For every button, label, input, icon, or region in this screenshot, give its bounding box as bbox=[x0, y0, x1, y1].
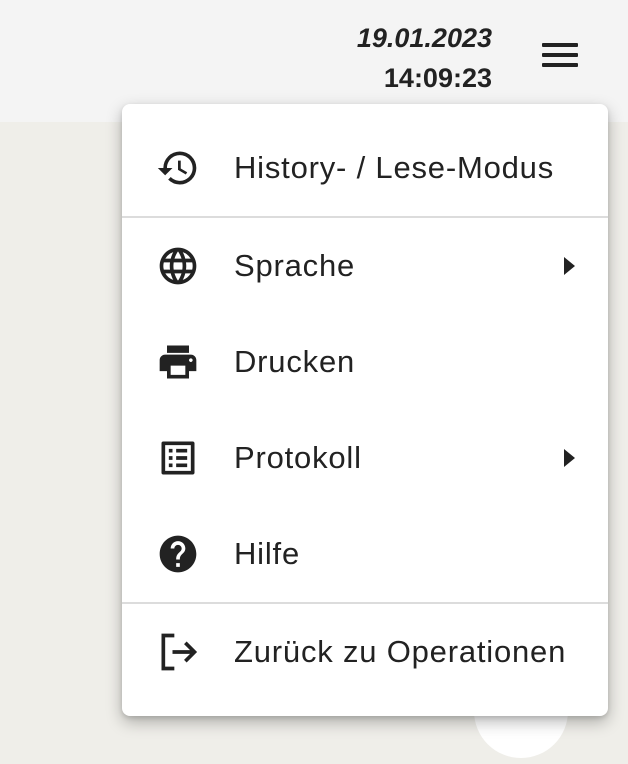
date-time-display: 19.01.2023 14:09:23 bbox=[357, 18, 492, 98]
print-icon bbox=[159, 345, 197, 379]
dropdown-menu: History- / Lese-Modus Sprache Drucken Pr… bbox=[122, 104, 608, 716]
menu-item-label: Sprache bbox=[234, 248, 356, 283]
history-icon bbox=[157, 151, 197, 185]
menu-item-print[interactable]: Drucken bbox=[122, 314, 608, 410]
list-document-icon bbox=[161, 441, 195, 475]
current-date: 19.01.2023 bbox=[356, 23, 492, 53]
submenu-arrow-icon bbox=[564, 449, 575, 467]
menu-item-protocol[interactable]: Protokoll bbox=[122, 410, 608, 506]
help-icon bbox=[159, 535, 197, 573]
submenu-arrow-icon bbox=[564, 257, 575, 275]
current-time: 14:09:23 bbox=[383, 63, 492, 93]
menu-item-back-to-operations[interactable]: Zurück zu Operationen bbox=[122, 604, 608, 700]
menu-item-help[interactable]: Hilfe bbox=[122, 506, 608, 602]
menu-item-label: Hilfe bbox=[234, 536, 301, 571]
menu-item-label: Drucken bbox=[234, 344, 356, 379]
menu-item-history-mode[interactable]: History- / Lese-Modus bbox=[122, 120, 608, 216]
menu-item-label: Zurück zu Operationen bbox=[234, 634, 567, 669]
globe-icon bbox=[159, 247, 197, 285]
menu-item-language[interactable]: Sprache bbox=[122, 218, 608, 314]
logout-icon bbox=[161, 633, 198, 671]
hamburger-menu-icon[interactable] bbox=[540, 40, 580, 72]
menu-item-label: Protokoll bbox=[234, 440, 362, 475]
menu-item-label: History- / Lese-Modus bbox=[234, 150, 555, 185]
